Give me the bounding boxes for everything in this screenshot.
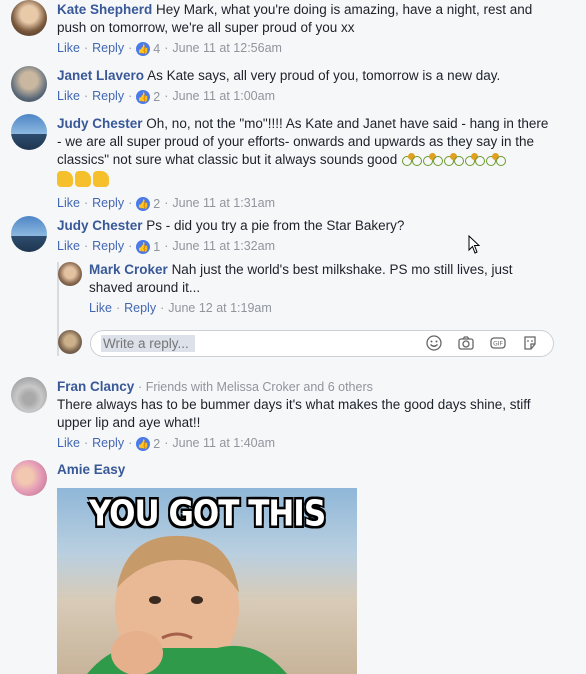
- comment-text: As Kate says, all very proud of you, tom…: [147, 68, 501, 83]
- timestamp[interactable]: June 11 at 1:40am: [172, 436, 275, 450]
- comment-actions: Like · Reply · 👍 2 · June 11 at 1:00am: [57, 88, 275, 106]
- reply-link[interactable]: Reply: [124, 301, 156, 315]
- reply-link[interactable]: Reply: [92, 239, 124, 253]
- like-link[interactable]: Like: [57, 239, 80, 253]
- reply-author[interactable]: Mark Croker: [89, 262, 168, 277]
- comment-actions: Like · Reply · 👍 4 · June 11 at 12:56am: [57, 40, 282, 58]
- reaction-count[interactable]: 👍 4: [136, 40, 160, 58]
- camera-icon[interactable]: [458, 335, 474, 351]
- timestamp[interactable]: June 11 at 12:56am: [172, 41, 282, 55]
- reply-input[interactable]: [101, 335, 195, 352]
- avatar[interactable]: [11, 377, 47, 413]
- like-link[interactable]: Like: [57, 89, 80, 103]
- avatar[interactable]: [11, 66, 47, 102]
- timestamp[interactable]: June 11 at 1:32am: [172, 239, 275, 253]
- mouse-cursor-icon: [468, 235, 481, 254]
- comment-author[interactable]: Fran Clancy: [57, 379, 134, 394]
- comment-text: Ps - did you try a pie from the Star Bak…: [146, 218, 405, 233]
- avatar[interactable]: [11, 216, 47, 252]
- timestamp[interactable]: June 11 at 1:00am: [172, 89, 275, 103]
- emoji-icon[interactable]: [426, 335, 442, 351]
- bicycle-icon: [485, 153, 506, 166]
- avatar[interactable]: [11, 460, 47, 496]
- like-link[interactable]: Like: [57, 196, 80, 210]
- reaction-count[interactable]: 👍 1: [136, 238, 160, 256]
- meme-image[interactable]: YOU GOT THIS: [57, 488, 357, 674]
- like-link[interactable]: Like: [57, 41, 80, 55]
- reply-box[interactable]: GIF: [90, 330, 554, 357]
- comment-author[interactable]: Janet Llavero: [57, 68, 144, 83]
- thumbs-up-icon: [57, 171, 73, 187]
- comment-actions: Like · Reply · 👍 2 · June 11 at 1:40am: [57, 435, 275, 453]
- reply-actions: Like · Reply · June 12 at 1:19am: [89, 301, 272, 315]
- comment-actions: Like · Reply · 👍 2 · June 11 at 1:31am: [57, 195, 275, 213]
- reply-link[interactable]: Reply: [92, 436, 124, 450]
- avatar[interactable]: [58, 262, 82, 286]
- thumbs-up-icon: 👍: [136, 240, 151, 254]
- avatar[interactable]: [11, 0, 47, 36]
- thumbs-up-icon: [93, 171, 109, 187]
- bicycle-icon: [464, 153, 485, 166]
- like-link[interactable]: Like: [89, 301, 112, 315]
- comment-author[interactable]: Judy Chester: [57, 116, 143, 131]
- thumbs-up-icon: 👍: [136, 437, 151, 451]
- current-user-avatar: [58, 330, 82, 354]
- avatar[interactable]: [11, 114, 47, 150]
- reaction-count[interactable]: 👍 2: [136, 435, 160, 453]
- mutual-friends[interactable]: · Friends with Melissa Croker and 6 othe…: [138, 380, 373, 394]
- comment-author[interactable]: Amie Easy: [57, 462, 125, 477]
- svg-text:GIF: GIF: [493, 341, 503, 348]
- comment-author[interactable]: Judy Chester: [57, 218, 143, 233]
- reaction-count[interactable]: 👍 2: [136, 88, 160, 106]
- thumbs-emoji-group: [57, 171, 556, 192]
- reply-link[interactable]: Reply: [92, 41, 124, 55]
- timestamp[interactable]: June 11 at 1:31am: [172, 196, 275, 210]
- reaction-count[interactable]: 👍 2: [136, 195, 160, 213]
- like-link[interactable]: Like: [57, 436, 80, 450]
- reply-link[interactable]: Reply: [92, 196, 124, 210]
- thumbs-up-icon: 👍: [136, 197, 151, 211]
- thumbs-up-icon: 👍: [136, 42, 151, 56]
- bicycle-icon: [401, 153, 422, 166]
- sticker-icon[interactable]: [522, 335, 538, 351]
- bicycle-emoji-group: [401, 151, 506, 168]
- baby-photo: [87, 535, 287, 674]
- reply-link[interactable]: Reply: [92, 89, 124, 103]
- bicycle-icon: [443, 153, 464, 166]
- thumbs-up-icon: 👍: [136, 90, 151, 104]
- thumbs-up-icon: [75, 171, 91, 187]
- gif-icon[interactable]: GIF: [490, 335, 506, 351]
- timestamp[interactable]: June 12 at 1:19am: [168, 301, 272, 315]
- comment-author[interactable]: Kate Shepherd: [57, 2, 152, 17]
- bicycle-icon: [422, 153, 443, 166]
- comment-text: There always has to be bummer days it's …: [57, 397, 531, 430]
